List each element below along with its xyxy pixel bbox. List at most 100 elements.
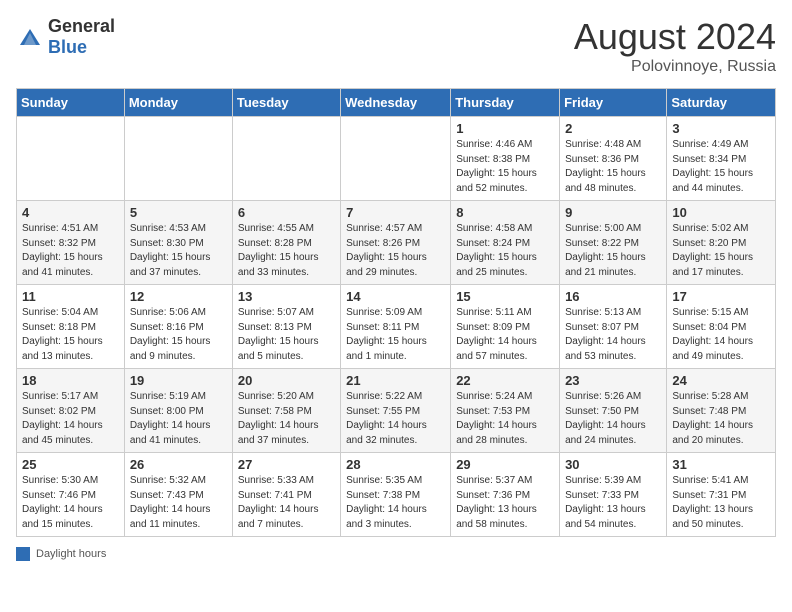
day-number: 26 [130,457,227,472]
day-number: 18 [22,373,119,388]
day-info: Sunrise: 5:09 AM Sunset: 8:11 PM Dayligh… [346,306,445,364]
calendar-cell: 22 Sunrise: 5:24 AM Sunset: 7:53 PM Dayli… [451,369,560,453]
day-number: 24 [672,373,770,388]
day-number: 15 [456,289,554,304]
day-info: Sunrise: 5:41 AM Sunset: 7:31 PM Dayligh… [672,474,770,532]
day-number: 14 [346,289,445,304]
calendar-cell: 4 Sunrise: 4:51 AM Sunset: 8:32 PM Daylig… [17,201,125,285]
day-info: Sunrise: 5:24 AM Sunset: 7:53 PM Dayligh… [456,390,554,448]
day-number: 30 [565,457,661,472]
logo: General Blue [16,16,115,58]
day-number: 28 [346,457,445,472]
calendar-cell: 5 Sunrise: 4:53 AM Sunset: 8:30 PM Daylig… [124,201,232,285]
day-info: Sunrise: 5:07 AM Sunset: 8:13 PM Dayligh… [238,306,335,364]
day-number: 4 [22,205,119,220]
weekday-header-sunday: Sunday [17,89,125,117]
day-info: Sunrise: 5:02 AM Sunset: 8:20 PM Dayligh… [672,222,770,280]
day-info: Sunrise: 5:26 AM Sunset: 7:50 PM Dayligh… [565,390,661,448]
calendar-cell: 14 Sunrise: 5:09 AM Sunset: 8:11 PM Dayli… [341,285,451,369]
day-info: Sunrise: 4:46 AM Sunset: 8:38 PM Dayligh… [456,138,554,196]
calendar-cell: 30 Sunrise: 5:39 AM Sunset: 7:33 PM Dayli… [560,453,667,537]
day-info: Sunrise: 5:33 AM Sunset: 7:41 PM Dayligh… [238,474,335,532]
calendar-cell: 3 Sunrise: 4:49 AM Sunset: 8:34 PM Daylig… [667,117,776,201]
calendar-cell: 1 Sunrise: 4:46 AM Sunset: 8:38 PM Daylig… [451,117,560,201]
calendar-cell: 13Sunrise: 5:07 AM Sunset: 8:13 PM Dayli… [232,285,340,369]
day-info: Sunrise: 5:00 AM Sunset: 8:22 PM Dayligh… [565,222,661,280]
calendar-cell: 29 Sunrise: 5:37 AM Sunset: 7:36 PM Dayli… [451,453,560,537]
day-info: Sunrise: 5:20 AM Sunset: 7:58 PM Dayligh… [238,390,335,448]
day-info: Sunrise: 4:57 AM Sunset: 8:26 PM Dayligh… [346,222,445,280]
day-number: 8 [456,205,554,220]
calendar-week-row: 4 Sunrise: 4:51 AM Sunset: 8:32 PM Daylig… [17,201,776,285]
day-number: 2 [565,121,661,136]
day-info: Sunrise: 5:15 AM Sunset: 8:04 PM Dayligh… [672,306,770,364]
calendar-cell: 15 Sunrise: 5:11 AM Sunset: 8:09 PM Dayli… [451,285,560,369]
calendar-cell: 18 Sunrise: 5:17 AM Sunset: 8:02 PM Dayli… [17,369,125,453]
weekday-header-row: SundayMondayTuesdayWednesdayThursdayFrid… [17,89,776,117]
day-info: Sunrise: 4:51 AM Sunset: 8:32 PM Dayligh… [22,222,119,280]
day-number: 23 [565,373,661,388]
calendar-cell: 11Sunrise: 5:04 AM Sunset: 8:18 PM Dayli… [17,285,125,369]
day-number: 3 [672,121,770,136]
day-info: Sunrise: 5:30 AM Sunset: 7:46 PM Dayligh… [22,474,119,532]
day-info: Sunrise: 5:37 AM Sunset: 7:36 PM Dayligh… [456,474,554,532]
calendar-cell: 25 Sunrise: 5:30 AM Sunset: 7:46 PM Dayli… [17,453,125,537]
calendar-cell: 27 Sunrise: 5:33 AM Sunset: 7:41 PM Dayli… [232,453,340,537]
day-number: 19 [130,373,227,388]
day-number: 31 [672,457,770,472]
day-info: Sunrise: 4:49 AM Sunset: 8:34 PM Dayligh… [672,138,770,196]
calendar-cell: 16Sunrise: 5:13 AM Sunset: 8:07 PM Dayli… [560,285,667,369]
day-info: Sunrise: 5:17 AM Sunset: 8:02 PM Dayligh… [22,390,119,448]
day-info: Sunrise: 5:22 AM Sunset: 7:55 PM Dayligh… [346,390,445,448]
day-number: 1 [456,121,554,136]
calendar-cell: 17 Sunrise: 5:15 AM Sunset: 8:04 PM Dayli… [667,285,776,369]
calendar-cell: 20Sunrise: 5:20 AM Sunset: 7:58 PM Dayli… [232,369,340,453]
calendar-cell: 23 Sunrise: 5:26 AM Sunset: 7:50 PM Dayli… [560,369,667,453]
day-number: 21 [346,373,445,388]
calendar-cell: 10 Sunrise: 5:02 AM Sunset: 8:20 PM Dayli… [667,201,776,285]
calendar-cell: 24 Sunrise: 5:28 AM Sunset: 7:48 PM Dayli… [667,369,776,453]
title-block: August 2024 Polovinnoye, Russia [574,16,776,76]
day-number: 12 [130,289,227,304]
day-number: 29 [456,457,554,472]
calendar-cell: 7Sunrise: 4:57 AM Sunset: 8:26 PM Daylig… [341,201,451,285]
logo-blue-text: Blue [48,37,87,57]
legend-color-box [16,547,30,561]
day-number: 16 [565,289,661,304]
day-number: 5 [130,205,227,220]
day-info: Sunrise: 5:06 AM Sunset: 8:16 PM Dayligh… [130,306,227,364]
weekday-header-friday: Friday [560,89,667,117]
day-number: 22 [456,373,554,388]
weekday-header-monday: Monday [124,89,232,117]
day-info: Sunrise: 5:32 AM Sunset: 7:43 PM Dayligh… [130,474,227,532]
month-year-title: August 2024 [574,16,776,58]
day-number: 27 [238,457,335,472]
calendar-cell: 9 Sunrise: 5:00 AM Sunset: 8:22 PM Daylig… [560,201,667,285]
day-info: Sunrise: 5:39 AM Sunset: 7:33 PM Dayligh… [565,474,661,532]
weekday-header-wednesday: Wednesday [341,89,451,117]
day-info: Sunrise: 4:48 AM Sunset: 8:36 PM Dayligh… [565,138,661,196]
calendar-week-row: 11Sunrise: 5:04 AM Sunset: 8:18 PM Dayli… [17,285,776,369]
day-info: Sunrise: 5:35 AM Sunset: 7:38 PM Dayligh… [346,474,445,532]
calendar-cell [232,117,340,201]
calendar-cell [17,117,125,201]
day-info: Sunrise: 5:11 AM Sunset: 8:09 PM Dayligh… [456,306,554,364]
day-number: 9 [565,205,661,220]
calendar-week-row: 18 Sunrise: 5:17 AM Sunset: 8:02 PM Dayli… [17,369,776,453]
day-number: 10 [672,205,770,220]
calendar-cell: 6Sunrise: 4:55 AM Sunset: 8:28 PM Daylig… [232,201,340,285]
logo-icon [16,23,44,51]
calendar-cell: 26 Sunrise: 5:32 AM Sunset: 7:43 PM Dayli… [124,453,232,537]
calendar-cell: 28 Sunrise: 5:35 AM Sunset: 7:38 PM Dayli… [341,453,451,537]
day-number: 17 [672,289,770,304]
day-info: Sunrise: 4:53 AM Sunset: 8:30 PM Dayligh… [130,222,227,280]
day-number: 25 [22,457,119,472]
calendar-cell: 12 Sunrise: 5:06 AM Sunset: 8:16 PM Dayli… [124,285,232,369]
day-info: Sunrise: 5:28 AM Sunset: 7:48 PM Dayligh… [672,390,770,448]
calendar-cell: 2 Sunrise: 4:48 AM Sunset: 8:36 PM Daylig… [560,117,667,201]
day-number: 6 [238,205,335,220]
day-info: Sunrise: 5:04 AM Sunset: 8:18 PM Dayligh… [22,306,119,364]
legend-label: Daylight hours [36,548,106,560]
day-info: Sunrise: 5:19 AM Sunset: 8:00 PM Dayligh… [130,390,227,448]
day-info: Sunrise: 4:58 AM Sunset: 8:24 PM Dayligh… [456,222,554,280]
